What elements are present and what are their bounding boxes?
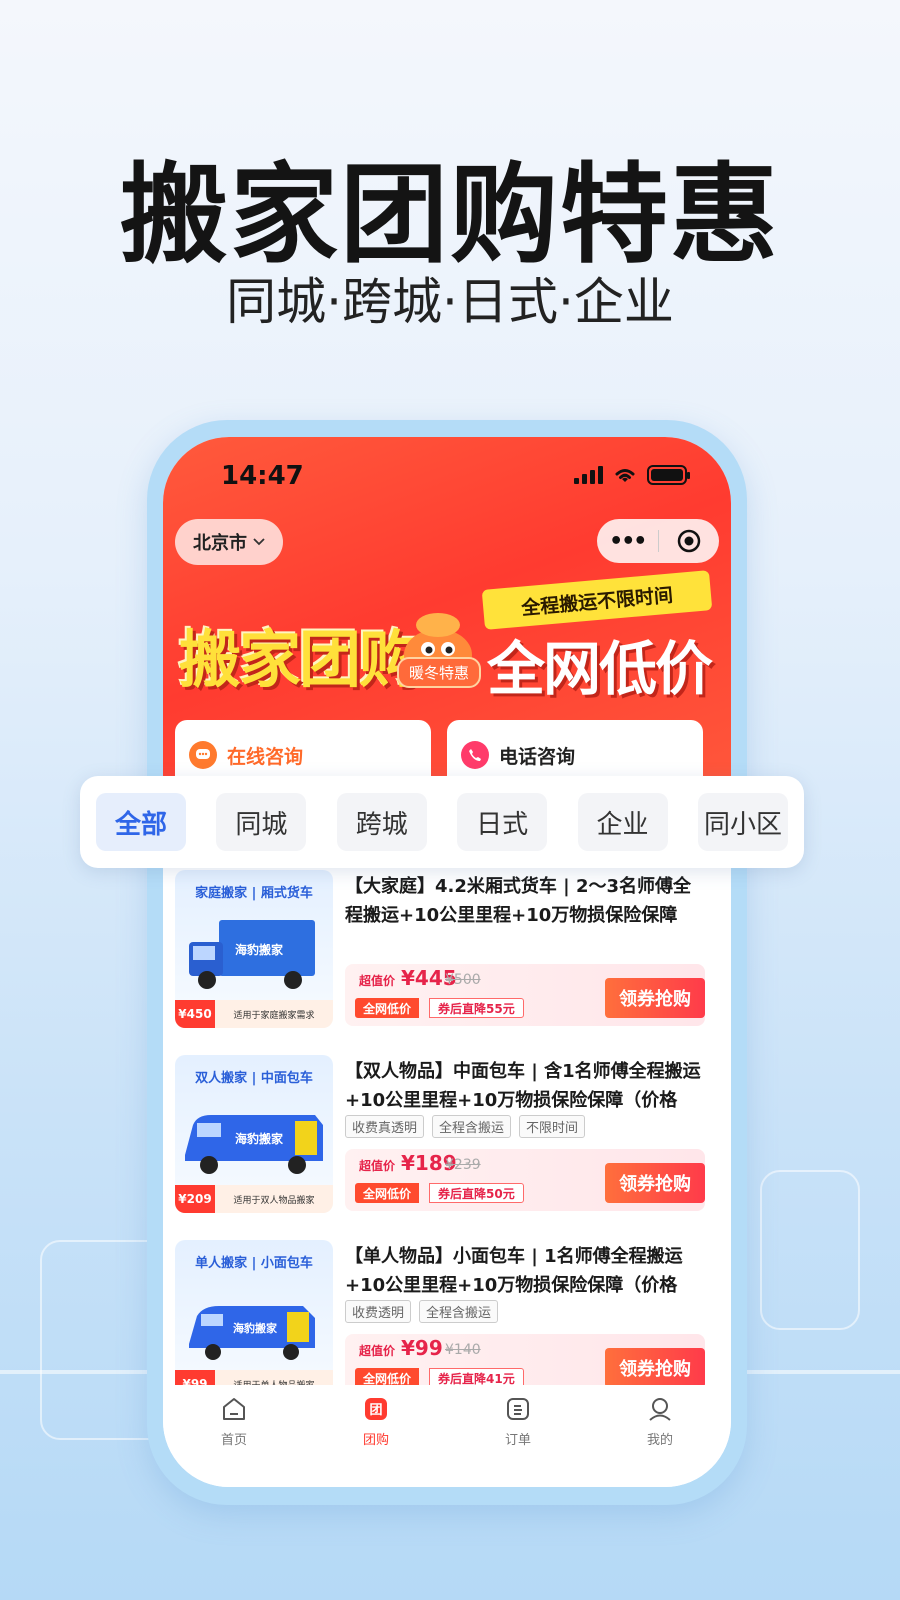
- svg-text:团: 团: [369, 1403, 382, 1418]
- box-truck-image: 海豹搬家: [189, 920, 315, 989]
- tabbar-item-home[interactable]: 首页: [194, 1395, 274, 1487]
- thumb-title: 双人搬家 | 中面包车: [195, 1071, 313, 1086]
- tab-same-community[interactable]: 同小区: [697, 793, 788, 851]
- product-tag: 全程含搬运: [432, 1115, 512, 1138]
- product-card[interactable]: 双人搬家 | 中面包车 海豹搬家 ¥209 适用于双人物品搬家 【双人物品】中面…: [175, 1055, 719, 1215]
- target-icon: [677, 529, 700, 553]
- claim-coupon-button[interactable]: 领券抢购: [605, 1348, 705, 1388]
- price-label: 超值价: [359, 974, 396, 988]
- chevron-down-icon: [253, 538, 265, 546]
- tab-all[interactable]: 全部: [96, 793, 186, 851]
- product-title[interactable]: 【单人物品】小面包车 | 1名师傅全程搬运+10公里里程+10万物损保险保障（价…: [345, 1242, 707, 1300]
- phone-screen: 14:47 北京市 ••• 搬家团购 暖冬特惠 全程搬运不限时间 全网低价 在线…: [163, 437, 731, 1487]
- banner-ribbon: 全程搬运不限时间: [481, 570, 713, 630]
- city-selector[interactable]: 北京市: [175, 519, 283, 565]
- bottom-tab-bar: 首页 团 团购 订单 我的: [163, 1385, 731, 1487]
- product-tags: 收费透明 全程含搬运: [345, 1300, 499, 1323]
- product-thumbnail: 双人搬家 | 中面包车 海豹搬家 ¥209 适用于双人物品搬家: [175, 1055, 333, 1213]
- order-icon: [507, 1398, 529, 1420]
- product-thumbnail: 单人搬家 | 小面包车 海豹搬家 ¥99 适用于单人物品搬家: [175, 1240, 333, 1398]
- price-box: 超值价 ¥445 ¥500 全网低价 券后直降55元 领券抢购: [345, 964, 705, 1026]
- group-buy-icon: 团: [365, 1398, 387, 1420]
- van-brand: 海豹搬家: [235, 1131, 284, 1146]
- wifi-icon: [615, 469, 635, 482]
- original-price: ¥140: [445, 1342, 481, 1358]
- phone-icon: [461, 741, 489, 769]
- low-price-badge: 全网低价: [355, 1183, 420, 1203]
- hero-subtitle: 同城·跨城·日式·企业: [226, 273, 674, 331]
- tabbar-label: 团购: [362, 1433, 389, 1448]
- close-mini-program-button[interactable]: [659, 528, 720, 554]
- banner-right-text: 全网低价: [487, 635, 713, 703]
- claim-coupon-button[interactable]: 领券抢购: [605, 978, 705, 1018]
- product-card[interactable]: 单人搬家 | 小面包车 海豹搬家 ¥99 适用于单人物品搬家 【单人物品】小面包…: [175, 1240, 719, 1400]
- price-label: 超值价: [359, 1159, 396, 1173]
- product-tags: 收费真透明 全程含搬运 不限时间: [345, 1115, 586, 1138]
- online-consult-label: 在线咨询: [227, 745, 304, 768]
- thumb-price: ¥209: [175, 1185, 215, 1213]
- banner-left-text: 搬家团购: [179, 623, 421, 696]
- tabbar-label: 订单: [504, 1433, 531, 1448]
- original-price: ¥500: [445, 972, 481, 988]
- battery-icon: [647, 465, 690, 485]
- tabbar-label: 我的: [646, 1433, 673, 1448]
- product-tag: 收费透明: [345, 1300, 412, 1323]
- product-title[interactable]: 【大家庭】4.2米厢式货车 | 2～3名师傅全程搬运+10公里里程+10万物损保…: [345, 872, 707, 930]
- home-icon: [223, 1398, 245, 1420]
- status-time: 14:47: [221, 461, 304, 491]
- mascot-tag: 暖冬特惠: [397, 657, 482, 688]
- thumb-footer: 适用于双人物品搬家: [215, 1185, 333, 1213]
- thumb-title: 家庭搬家 | 厢式货车: [195, 886, 313, 901]
- background-decoration: [760, 1170, 860, 1330]
- coupon-badge: 券后直降50元: [429, 1183, 524, 1203]
- product-tag: 不限时间: [519, 1115, 586, 1138]
- van-image: 海豹搬家: [185, 1115, 323, 1174]
- product-card[interactable]: 家庭搬家 | 厢式货车 海豹搬家 ¥450 适用于家庭搬家需求 【大家庭】4.2…: [175, 870, 719, 1030]
- profile-icon: [649, 1398, 671, 1421]
- more-button[interactable]: •••: [597, 529, 658, 554]
- coupon-badge: 券后直降55元: [429, 998, 524, 1018]
- low-price-badge: 全网低价: [355, 998, 420, 1018]
- tabbar-item-profile[interactable]: 我的: [620, 1395, 700, 1487]
- city-label: 北京市: [193, 533, 247, 554]
- product-thumbnail: 家庭搬家 | 厢式货车 海豹搬家 ¥450 适用于家庭搬家需求: [175, 870, 333, 1028]
- thumb-price: ¥450: [175, 1000, 215, 1028]
- van-brand: 海豹搬家: [233, 1321, 278, 1335]
- tabbar-item-orders[interactable]: 订单: [478, 1395, 558, 1487]
- van-brand: 海豹搬家: [235, 942, 284, 957]
- product-tag: 收费真透明: [345, 1115, 425, 1138]
- price-box: 超值价 ¥189 ¥239 全网低价 券后直降50元 领券抢购: [345, 1149, 705, 1211]
- status-icons: [574, 465, 690, 485]
- more-icon: •••: [609, 528, 647, 554]
- original-price: ¥239: [445, 1157, 481, 1173]
- thumb-footer: 适用于家庭搬家需求: [215, 1000, 333, 1028]
- category-tabs: 全部 同城 跨城 日式 企业 同小区: [80, 776, 804, 868]
- product-tag: 全程含搬运: [419, 1300, 499, 1323]
- hero-title: 搬家团购特惠: [119, 153, 780, 278]
- thumb-title: 单人搬家 | 小面包车: [195, 1256, 313, 1271]
- minivan-image: 海豹搬家: [189, 1306, 315, 1360]
- price-label: 超值价: [359, 1344, 396, 1358]
- signal-icon: [574, 466, 603, 484]
- tab-japanese[interactable]: 日式: [457, 793, 548, 851]
- chat-icon: [189, 741, 217, 769]
- mini-program-capsule: •••: [597, 519, 719, 563]
- tab-cross-city[interactable]: 跨城: [336, 793, 427, 851]
- header-banner: 14:47 北京市 ••• 搬家团购 暖冬特惠 全程搬运不限时间 全网低价 在线…: [163, 437, 731, 817]
- claim-coupon-button[interactable]: 领券抢购: [605, 1163, 705, 1203]
- tabbar-label: 首页: [220, 1433, 247, 1448]
- phone-consult-label: 电话咨询: [499, 745, 576, 768]
- product-title[interactable]: 【双人物品】中面包车 | 含1名师傅全程搬运+10公里里程+10万物损保险保障（…: [345, 1057, 707, 1115]
- tabbar-item-group-buy[interactable]: 团 团购: [336, 1395, 416, 1487]
- price-value: ¥99: [401, 1336, 443, 1360]
- tab-same-city[interactable]: 同城: [216, 793, 307, 851]
- tab-enterprise[interactable]: 企业: [577, 793, 668, 851]
